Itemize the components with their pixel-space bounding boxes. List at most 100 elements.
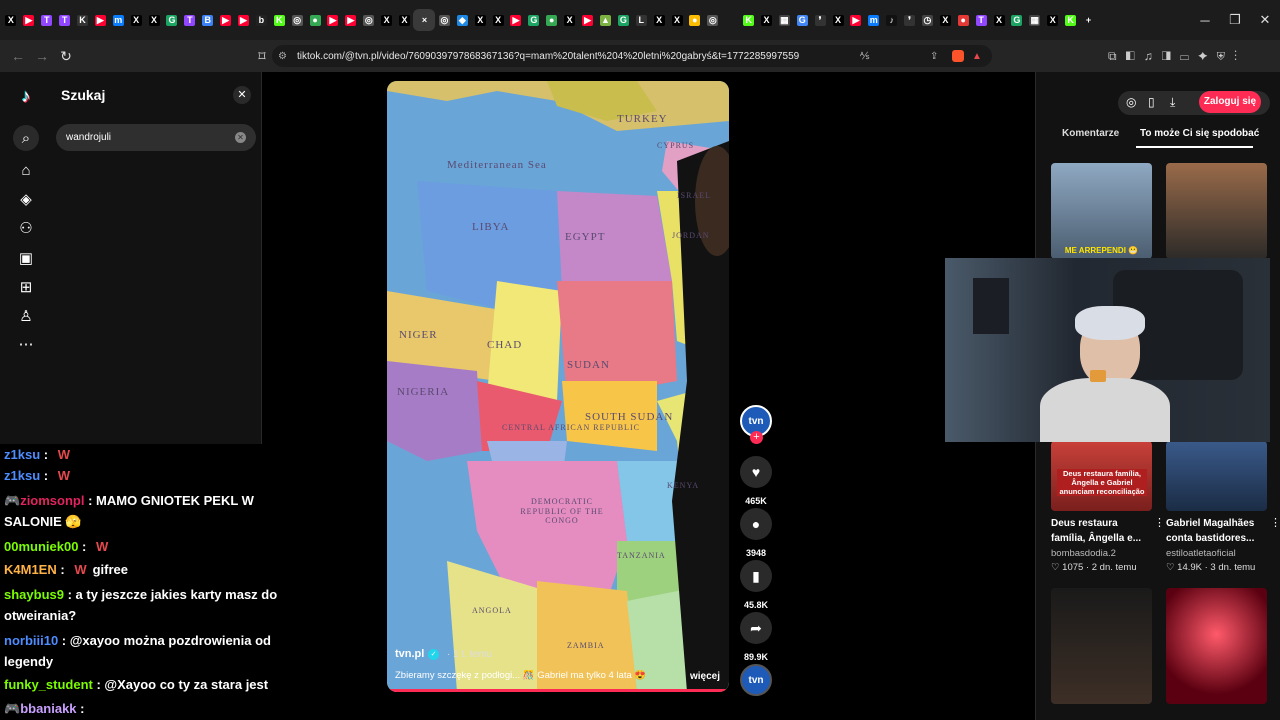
- browser-tab[interactable]: G: [163, 9, 181, 31]
- video-title[interactable]: Deus restaura família, Ângella e...: [1051, 516, 1151, 546]
- video-thumbnail[interactable]: [1166, 588, 1267, 704]
- follow-plus-icon[interactable]: +: [750, 431, 763, 444]
- browser-tab[interactable]: X: [829, 9, 847, 31]
- browser-tab[interactable]: ●: [306, 9, 324, 31]
- browser-tab[interactable]: ●: [954, 9, 972, 31]
- browser-tab[interactable]: X: [378, 9, 396, 31]
- more-options-icon[interactable]: ⋮: [1154, 516, 1165, 529]
- browser-tab[interactable]: K: [74, 9, 92, 31]
- site-info-icon[interactable]: ⚙: [278, 51, 287, 62]
- translate-icon[interactable]: ⅍: [860, 51, 869, 62]
- download-icon[interactable]: ⤓: [1170, 95, 1175, 110]
- following-icon[interactable]: ⚇: [16, 218, 36, 238]
- browser-tab[interactable]: ◎: [360, 9, 378, 31]
- browser-tab[interactable]: ▶: [507, 9, 525, 31]
- back-icon[interactable]: ←: [8, 48, 28, 64]
- tiktok-logo-icon[interactable]: ♪: [16, 86, 36, 106]
- close-search-button[interactable]: ✕: [233, 86, 251, 104]
- browser-tab[interactable]: ▶: [235, 9, 253, 31]
- video-progress-bar[interactable]: [387, 689, 729, 692]
- browser-tab[interactable]: ×: [413, 9, 436, 31]
- login-button[interactable]: Zaloguj się: [1199, 91, 1261, 113]
- video-author[interactable]: tvn.pl: [395, 648, 424, 660]
- maximize-icon[interactable]: ❐: [1220, 12, 1250, 28]
- browser-tab[interactable]: T: [181, 9, 199, 31]
- upload-icon[interactable]: ⊞: [16, 277, 36, 297]
- reload-icon[interactable]: ↻: [56, 48, 76, 65]
- browser-tab[interactable]: X: [2, 9, 20, 31]
- browser-tab[interactable]: X: [936, 9, 954, 31]
- close-window-icon[interactable]: ✕: [1250, 12, 1280, 28]
- browser-tab[interactable]: ▶: [847, 9, 865, 31]
- more-options-icon[interactable]: ⋮: [1270, 516, 1280, 529]
- phone-icon[interactable]: ▯: [1148, 95, 1155, 109]
- video-thumbnail[interactable]: [1166, 163, 1267, 259]
- explore-icon[interactable]: ◈: [16, 189, 36, 209]
- browser-tab[interactable]: K: [740, 9, 758, 31]
- browser-tab[interactable]: K: [1062, 9, 1080, 31]
- browser-tab[interactable]: X: [396, 9, 414, 31]
- browser-tab[interactable]: ◎: [435, 9, 453, 31]
- browser-tab[interactable]: ▶: [579, 9, 597, 31]
- browser-tab[interactable]: X: [990, 9, 1008, 31]
- more-icon[interactable]: ⋯: [16, 334, 36, 354]
- browser-tab[interactable]: X: [489, 9, 507, 31]
- video-player[interactable]: TURKEY Mediterranean Sea LIBYA EGYPT NIGER CH…: [387, 81, 729, 692]
- browser-tab[interactable]: m: [865, 9, 883, 31]
- browser-tab[interactable]: ❜: [811, 9, 829, 31]
- rewards-icon[interactable]: ▲: [972, 51, 982, 62]
- browser-tab[interactable]: ◎: [288, 9, 306, 31]
- video-title[interactable]: Gabriel Magalhães conta bastidores...: [1166, 516, 1266, 546]
- browser-tab[interactable]: X: [650, 9, 668, 31]
- browser-tab[interactable]: ▦: [775, 9, 793, 31]
- browser-tab[interactable]: X: [1044, 9, 1062, 31]
- browser-tab[interactable]: G: [525, 9, 543, 31]
- browser-tab[interactable]: ▦: [1026, 9, 1044, 31]
- music-disc-avatar[interactable]: tvn: [740, 664, 772, 696]
- browser-tab[interactable]: ♪: [883, 9, 901, 31]
- browser-tab[interactable]: G: [614, 9, 632, 31]
- browser-tab[interactable]: +: [1080, 9, 1098, 31]
- video-author-name[interactable]: estiloatletaoficial: [1166, 548, 1236, 559]
- share-icon[interactable]: ⇪: [930, 51, 938, 62]
- browser-tab[interactable]: ❜: [901, 9, 919, 31]
- author-avatar[interactable]: tvn +: [740, 405, 772, 444]
- browser-tab[interactable]: b: [252, 9, 270, 31]
- browser-tab[interactable]: T: [56, 9, 74, 31]
- video-thumbnail[interactable]: [1051, 588, 1152, 704]
- tab-comments[interactable]: Komentarze: [1062, 128, 1119, 139]
- browser-tab[interactable]: X: [145, 9, 163, 31]
- search-input[interactable]: wandrojuli: [56, 124, 256, 151]
- video-thumbnail[interactable]: Deus restaura família, Ângella e Gabriel…: [1051, 441, 1152, 511]
- browser-tab[interactable]: T: [972, 9, 990, 31]
- browser-tab[interactable]: X: [127, 9, 145, 31]
- compass-icon[interactable]: ◎: [1126, 95, 1136, 109]
- profile-icon[interactable]: ♙: [16, 306, 36, 326]
- browser-tab[interactable]: ●: [686, 9, 704, 31]
- browser-tab[interactable]: ▶: [91, 9, 109, 31]
- save-button[interactable]: ▮ 45.8K: [740, 560, 772, 610]
- search-icon[interactable]: ⌕: [13, 125, 39, 151]
- browser-tab[interactable]: T: [38, 9, 56, 31]
- browser-tab[interactable]: X: [561, 9, 579, 31]
- home-icon[interactable]: ⌂: [16, 160, 36, 180]
- brave-shield-icon[interactable]: [952, 50, 964, 62]
- minimize-icon[interactable]: ─: [1190, 13, 1220, 28]
- browser-tab[interactable]: X: [471, 9, 489, 31]
- browser-tab[interactable]: X: [668, 9, 686, 31]
- video-thumbnail[interactable]: ME ARREPENDI 😬: [1051, 163, 1152, 259]
- browser-tab[interactable]: ▲: [597, 9, 615, 31]
- browser-tab[interactable]: ▶: [217, 9, 235, 31]
- browser-tab[interactable]: L: [632, 9, 650, 31]
- live-icon[interactable]: ▣: [16, 248, 36, 268]
- bookmark-icon[interactable]: ⌑: [252, 48, 272, 65]
- url-field[interactable]: ⚙ tiktok.com/@tvn.pl/video/7609039797868…: [272, 45, 992, 67]
- tab-suggested[interactable]: To może Ci się spodobać: [1140, 128, 1259, 139]
- video-thumbnail[interactable]: [1166, 441, 1267, 511]
- browser-tab[interactable]: m: [109, 9, 127, 31]
- browser-tab[interactable]: ◆: [453, 9, 471, 31]
- clear-search-icon[interactable]: ✕: [235, 132, 246, 143]
- browser-tab[interactable]: ◎: [704, 9, 722, 31]
- forward-icon[interactable]: →: [32, 48, 52, 64]
- share-button[interactable]: ➦ 89.9K: [740, 612, 772, 662]
